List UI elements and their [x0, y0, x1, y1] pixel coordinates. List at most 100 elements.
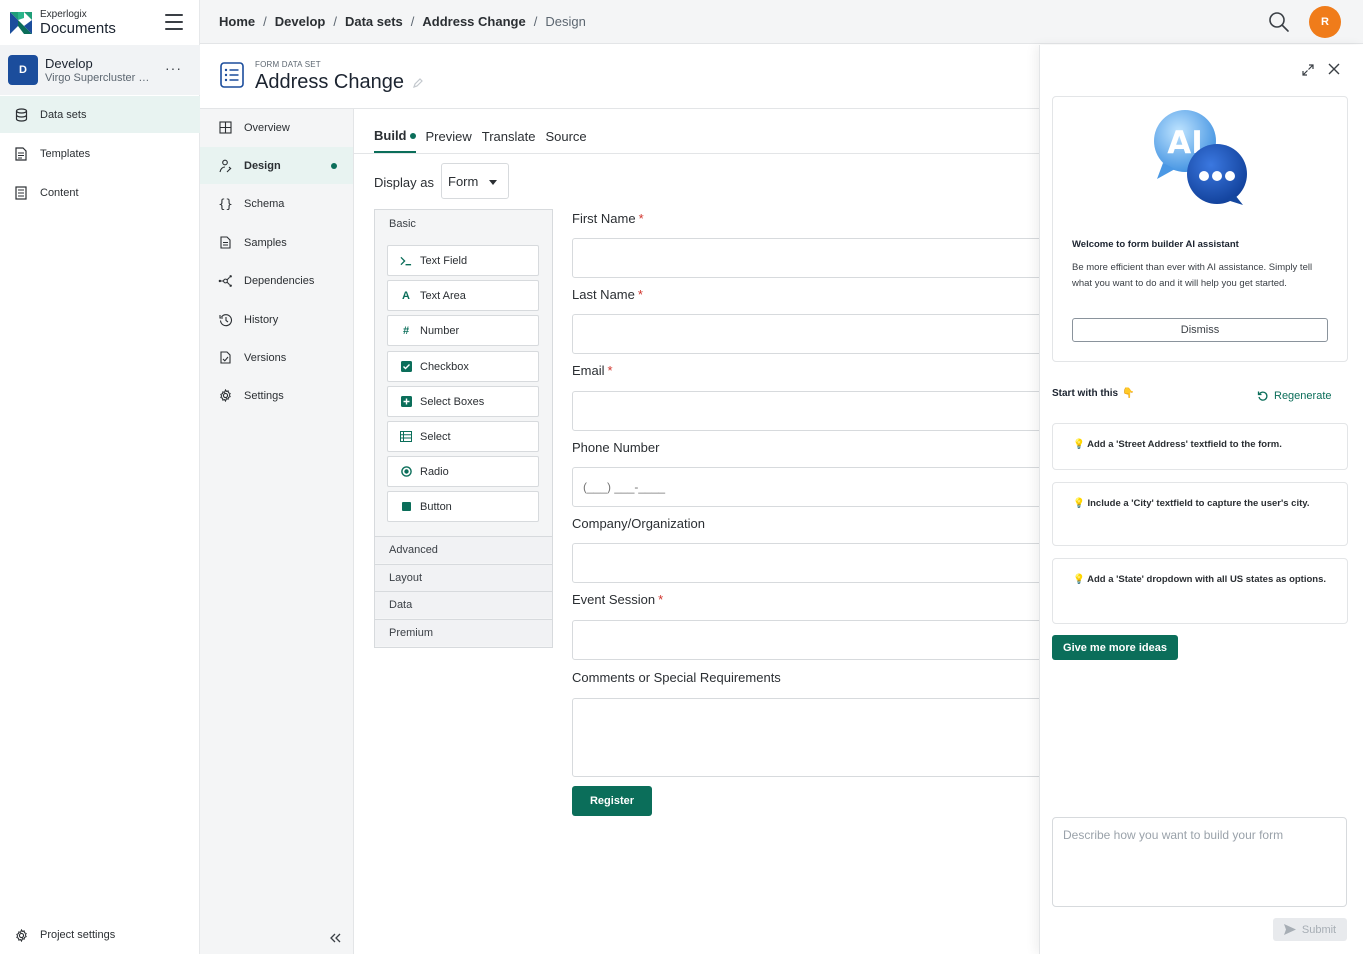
subnav-item-samples[interactable]: Samples — [200, 224, 353, 261]
dismiss-button[interactable]: Dismiss — [1072, 318, 1328, 342]
palette-text-area[interactable]: A Text Area — [387, 280, 539, 311]
font-icon: A — [402, 289, 410, 302]
breadcrumb-home[interactable]: Home — [219, 14, 255, 29]
search-icon[interactable] — [1268, 11, 1290, 33]
subnav-item-versions[interactable]: Versions — [200, 339, 353, 376]
tabs-divider — [354, 153, 1040, 154]
palette-select-boxes[interactable]: Select Boxes — [387, 386, 539, 417]
palette-group-data[interactable]: Data — [375, 591, 552, 618]
dataset-header: FORM DATA SET Address Change — [200, 45, 1040, 109]
subnav-item-history[interactable]: History — [200, 301, 353, 338]
idea-text: Include a 'City' textfield to capture th… — [1087, 498, 1310, 509]
project-switcher[interactable]: D Develop Virgo Supercluster Workspace ·… — [0, 45, 200, 95]
palette-checkbox[interactable]: Checkbox — [387, 351, 539, 382]
register-button[interactable]: Register — [572, 786, 652, 816]
breadcrumb-develop[interactable]: Develop — [275, 14, 326, 29]
tab-preview[interactable]: Preview — [426, 128, 472, 153]
field-label-event-session: Event Session * — [572, 592, 663, 607]
email-input[interactable] — [572, 391, 1052, 431]
ai-prompt-input[interactable] — [1052, 817, 1347, 907]
menu-toggle-icon[interactable] — [165, 14, 183, 30]
subnav-item-design[interactable]: Design — [200, 147, 353, 184]
field-label-text: Last Name — [572, 287, 635, 302]
phone-input[interactable] — [572, 467, 1052, 507]
palette-group-basic[interactable]: Basic — [375, 210, 552, 237]
idea-suggestion[interactable]: 💡 Add a 'Street Address' textfield to th… — [1052, 423, 1348, 470]
breadcrumb-data-sets[interactable]: Data sets — [345, 14, 403, 29]
user-avatar[interactable]: R — [1309, 6, 1341, 38]
lightbulb-icon: 💡 — [1073, 439, 1085, 450]
field-label-last-name: Last Name * — [572, 287, 643, 302]
brand-line1: Experlogix — [40, 9, 87, 20]
submit-button[interactable]: Submit — [1273, 918, 1347, 941]
regenerate-button[interactable]: Regenerate — [1257, 390, 1332, 402]
sidebar-item-label: Content — [40, 186, 79, 199]
display-as-select[interactable]: Form — [441, 163, 509, 199]
palette-text-field[interactable]: Text Field — [387, 245, 539, 276]
tab-source[interactable]: Source — [545, 128, 586, 153]
form-list-icon — [220, 62, 244, 88]
project-more-icon[interactable]: ··· — [165, 60, 182, 76]
comments-textarea[interactable] — [572, 698, 1052, 777]
edit-pencil-icon[interactable] — [412, 77, 424, 89]
lightbulb-icon: 💡 — [1073, 574, 1085, 585]
subnav-item-overview[interactable]: Overview — [200, 109, 353, 146]
field-label-company: Company/Organization — [572, 516, 705, 531]
field-label-text: Comments or Special Requirements — [572, 670, 781, 685]
required-mark: * — [637, 287, 643, 302]
component-palette: Basic Text Field A Text Area # Number Ch… — [374, 209, 553, 648]
breadcrumb-separator: / — [333, 14, 337, 29]
sidebar-item-content[interactable]: Content — [0, 174, 200, 211]
brand-line2: Documents — [40, 20, 116, 37]
idea-suggestion[interactable]: 💡 Include a 'City' textfield to capture … — [1052, 482, 1348, 546]
expand-icon[interactable] — [1301, 63, 1315, 77]
first-name-input[interactable] — [572, 238, 1052, 278]
settings-icon — [218, 388, 233, 403]
tab-build[interactable]: Build — [374, 128, 416, 153]
palette-group-premium[interactable]: Premium — [375, 619, 552, 646]
breadcrumb-separator: / — [410, 14, 415, 29]
palette-group-layout[interactable]: Layout — [375, 564, 552, 591]
tab-label: Preview — [425, 129, 472, 144]
lightbulb-icon: 💡 — [1073, 498, 1085, 509]
ai-welcome-card: AI Welcome to form builder AI assistant … — [1052, 96, 1348, 362]
breadcrumb-separator: / — [263, 14, 267, 29]
refresh-icon — [1257, 391, 1268, 401]
event-session-input[interactable] — [572, 620, 1052, 660]
company-input[interactable] — [572, 543, 1052, 583]
project-settings-link[interactable]: Project settings — [0, 920, 200, 950]
brand-logo[interactable]: Experlogix Documents — [10, 10, 116, 36]
field-label-first-name: First Name * — [572, 211, 644, 226]
subnav-item-dependencies[interactable]: Dependencies — [200, 262, 353, 299]
sidebar-item-templates[interactable]: Templates — [0, 135, 200, 172]
last-name-input[interactable] — [572, 314, 1052, 354]
palette-label: Text Area — [420, 289, 466, 302]
palette-group-advanced[interactable]: Advanced — [375, 536, 552, 563]
database-icon — [14, 107, 28, 122]
palette-label: Button — [420, 500, 452, 513]
breadcrumb-address-change[interactable]: Address Change — [422, 14, 525, 29]
checkbox-icon — [400, 361, 412, 373]
brand-text: Experlogix Documents — [40, 9, 116, 37]
ai-chat-illustration: AI — [1149, 107, 1253, 207]
display-as-label: Display as — [374, 175, 434, 190]
versions-icon — [218, 350, 233, 365]
collapse-chevrons-icon[interactable] — [328, 931, 342, 945]
more-ideas-button[interactable]: Give me more ideas — [1052, 635, 1178, 660]
palette-radio[interactable]: Radio — [387, 456, 539, 487]
breadcrumb: Home / Develop / Data sets / Address Cha… — [219, 14, 586, 29]
subnav-label: Overview — [244, 121, 290, 134]
subnav-item-settings[interactable]: Settings — [200, 377, 353, 414]
palette-number[interactable]: # Number — [387, 315, 539, 346]
palette-select[interactable]: Select — [387, 421, 539, 452]
history-icon — [218, 312, 233, 327]
close-icon[interactable] — [1327, 62, 1341, 76]
idea-suggestion[interactable]: 💡 Add a 'State' dropdown with all US sta… — [1052, 558, 1348, 624]
display-as-value: Form — [448, 173, 479, 189]
sidebar-item-data-sets[interactable]: Data sets — [0, 96, 200, 133]
required-mark: * — [607, 363, 613, 378]
subnav-item-schema[interactable]: {} Schema — [200, 185, 353, 222]
tab-translate[interactable]: Translate — [482, 128, 536, 153]
unsaved-dot — [409, 132, 416, 139]
palette-button[interactable]: Button — [387, 491, 539, 522]
